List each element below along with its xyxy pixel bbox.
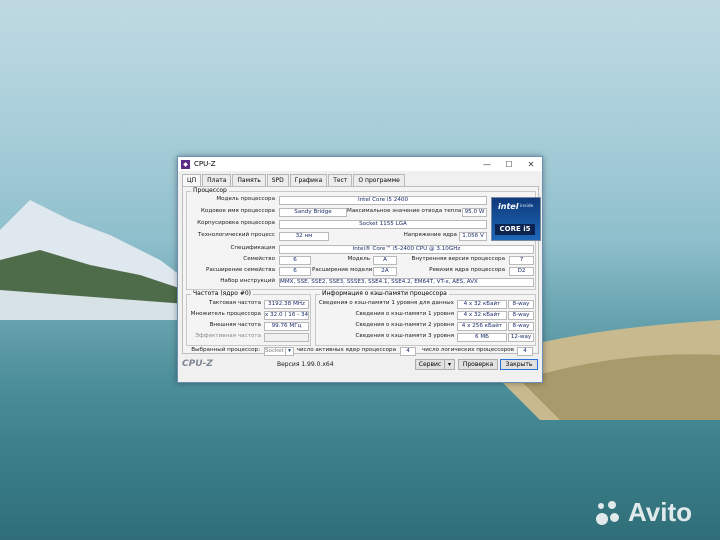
cpu-panel: Процессор Модель процессора Intel Core i… bbox=[182, 186, 541, 356]
revision-label: Ревизия ядра процессора bbox=[429, 267, 505, 273]
cache-l1d-label: Сведения о кэш-памяти 1 уровня для данны… bbox=[318, 300, 454, 306]
cache-l3-size: 6 МБ bbox=[457, 333, 507, 342]
instructions-label: Набор инструкций bbox=[220, 278, 275, 284]
family-label: Семейство bbox=[243, 256, 275, 262]
cache-group: Информация о кэш-памяти процессора Сведе… bbox=[315, 290, 536, 346]
codename-label: Кодовое имя процессора bbox=[200, 208, 275, 214]
snowy-mountain bbox=[0, 200, 200, 320]
cache-l1i-label: Сведения о кэш-памяти 1 уровня bbox=[355, 311, 454, 317]
core-speed-label: Тактовая частота bbox=[209, 300, 261, 306]
avito-watermark: Avito bbox=[594, 497, 692, 528]
multiplier-value: x 32.0 ( 16 - 34 ) bbox=[264, 311, 309, 320]
validate-button[interactable]: Проверка bbox=[458, 359, 498, 370]
bus-speed-value: 99.76 МГц bbox=[264, 322, 309, 331]
cache-l1d-way: 8-way bbox=[508, 300, 534, 309]
intel-core-i5-logo: intel inside CORE i5 bbox=[491, 197, 541, 241]
multiplier-label: Множитель процессора bbox=[190, 311, 261, 317]
voltage-value: 1.056 V bbox=[459, 232, 487, 241]
intel-brand-text: intel bbox=[498, 202, 519, 211]
ext-family-value: 6 bbox=[279, 267, 311, 276]
core-i5-text: CORE i5 bbox=[495, 224, 535, 235]
name-label: Модель процессора bbox=[216, 196, 275, 202]
close-button[interactable]: Закрыть bbox=[500, 359, 538, 370]
cpuz-footer-logo: CPU-Z bbox=[182, 359, 213, 369]
model-label: Модель bbox=[347, 256, 370, 262]
package-label: Корпусировка процессора bbox=[197, 220, 275, 226]
revision-value: D2 bbox=[509, 267, 534, 276]
tab-bar: ЦП Плата Память SPD Графика Тест О прогр… bbox=[178, 171, 542, 187]
cache-l2-way: 8-way bbox=[508, 322, 534, 331]
cache-group-label: Информация о кэш-памяти процессора bbox=[320, 290, 449, 297]
processor-group-label: Процессор bbox=[191, 187, 229, 194]
window-title: CPU-Z bbox=[194, 160, 216, 168]
spec-value: Intel® Core™ i5-2400 CPU @ 3.10GHz bbox=[279, 245, 534, 254]
cache-l2-label: Сведения о кэш-памяти 2 уровня bbox=[355, 322, 454, 328]
instructions-value: MMX, SSE, SSE2, SSE3, SSSE3, SSE4.1, SSE… bbox=[279, 278, 534, 287]
tab-spd[interactable]: SPD bbox=[266, 174, 289, 186]
stepping-label: Внутренняя версия процессора bbox=[411, 256, 505, 262]
rated-fsb-label: Эффективная частота bbox=[195, 333, 261, 339]
ext-model-value: 2A bbox=[373, 267, 397, 276]
max-tdp-label: Максимальное значение отвода тепла bbox=[347, 208, 462, 214]
intel-inside-text: inside bbox=[520, 204, 534, 209]
name-value: Intel Core i5 2400 bbox=[279, 196, 487, 205]
technology-label: Технологический процесс bbox=[197, 232, 275, 238]
rated-fsb-value bbox=[264, 333, 309, 342]
avito-logo-icon bbox=[594, 499, 622, 527]
cache-l2-size: 4 x 256 кБайт bbox=[457, 322, 507, 331]
cache-l1d-size: 4 x 32 кБайт bbox=[457, 300, 507, 309]
close-window-button[interactable]: ✕ bbox=[520, 160, 542, 169]
cache-l1i-way: 8-way bbox=[508, 311, 534, 320]
clocks-group-label: Частота (ядро #0) bbox=[191, 290, 254, 297]
package-value: Socket 1155 LGA bbox=[279, 220, 487, 229]
bus-speed-label: Внешняя частота bbox=[209, 322, 261, 328]
stepping-value: 7 bbox=[509, 256, 534, 265]
cache-l3-way: 12-way bbox=[508, 333, 534, 342]
tab-about[interactable]: О программе bbox=[353, 174, 405, 186]
tab-bench[interactable]: Тест bbox=[328, 174, 353, 186]
tab-graphics[interactable]: Графика bbox=[289, 174, 328, 186]
tools-button[interactable]: Сервис bbox=[415, 359, 445, 370]
clocks-group: Частота (ядро #0) Тактовая частота 3192.… bbox=[186, 290, 311, 346]
model-value: A bbox=[373, 256, 397, 265]
cache-l3-label: Сведения о кэш-памяти 3 уровня bbox=[355, 333, 454, 339]
voltage-label: Напряжение ядра bbox=[403, 232, 457, 238]
cpuz-app-icon: ◆ bbox=[181, 159, 190, 169]
tab-memory[interactable]: Память bbox=[232, 174, 266, 186]
footer-bar: CPU-Z Версия 1.99.0.x64 Сервис ▾ Проверк… bbox=[182, 353, 538, 370]
version-label: Версия 1.99.0.x64 bbox=[277, 361, 334, 368]
codename-value: Sandy Bridge bbox=[279, 208, 347, 217]
processor-group: Процессор Модель процессора Intel Core i… bbox=[186, 187, 541, 290]
family-value: 6 bbox=[279, 256, 311, 265]
ext-model-label: Расширение модели bbox=[312, 267, 373, 273]
tools-dropdown-icon[interactable]: ▾ bbox=[444, 359, 455, 370]
ext-family-label: Расширение семейства bbox=[205, 267, 275, 273]
minimize-button[interactable]: — bbox=[476, 160, 498, 169]
avito-label: Avito bbox=[627, 497, 692, 527]
technology-value: 32 нм bbox=[279, 232, 329, 241]
core-speed-value: 3192.38 MHz bbox=[264, 300, 309, 309]
maximize-button[interactable]: ☐ bbox=[498, 160, 520, 169]
cache-l1i-size: 4 x 32 кБайт bbox=[457, 311, 507, 320]
tab-mainboard[interactable]: Плата bbox=[202, 174, 232, 186]
cpuz-window: ◆ CPU-Z — ☐ ✕ ЦП Плата Память SPD График… bbox=[177, 156, 543, 383]
max-tdp-value: 95.0 W bbox=[462, 208, 487, 217]
title-bar: ◆ CPU-Z — ☐ ✕ bbox=[178, 157, 542, 171]
spec-label: Спецификация bbox=[230, 245, 275, 251]
